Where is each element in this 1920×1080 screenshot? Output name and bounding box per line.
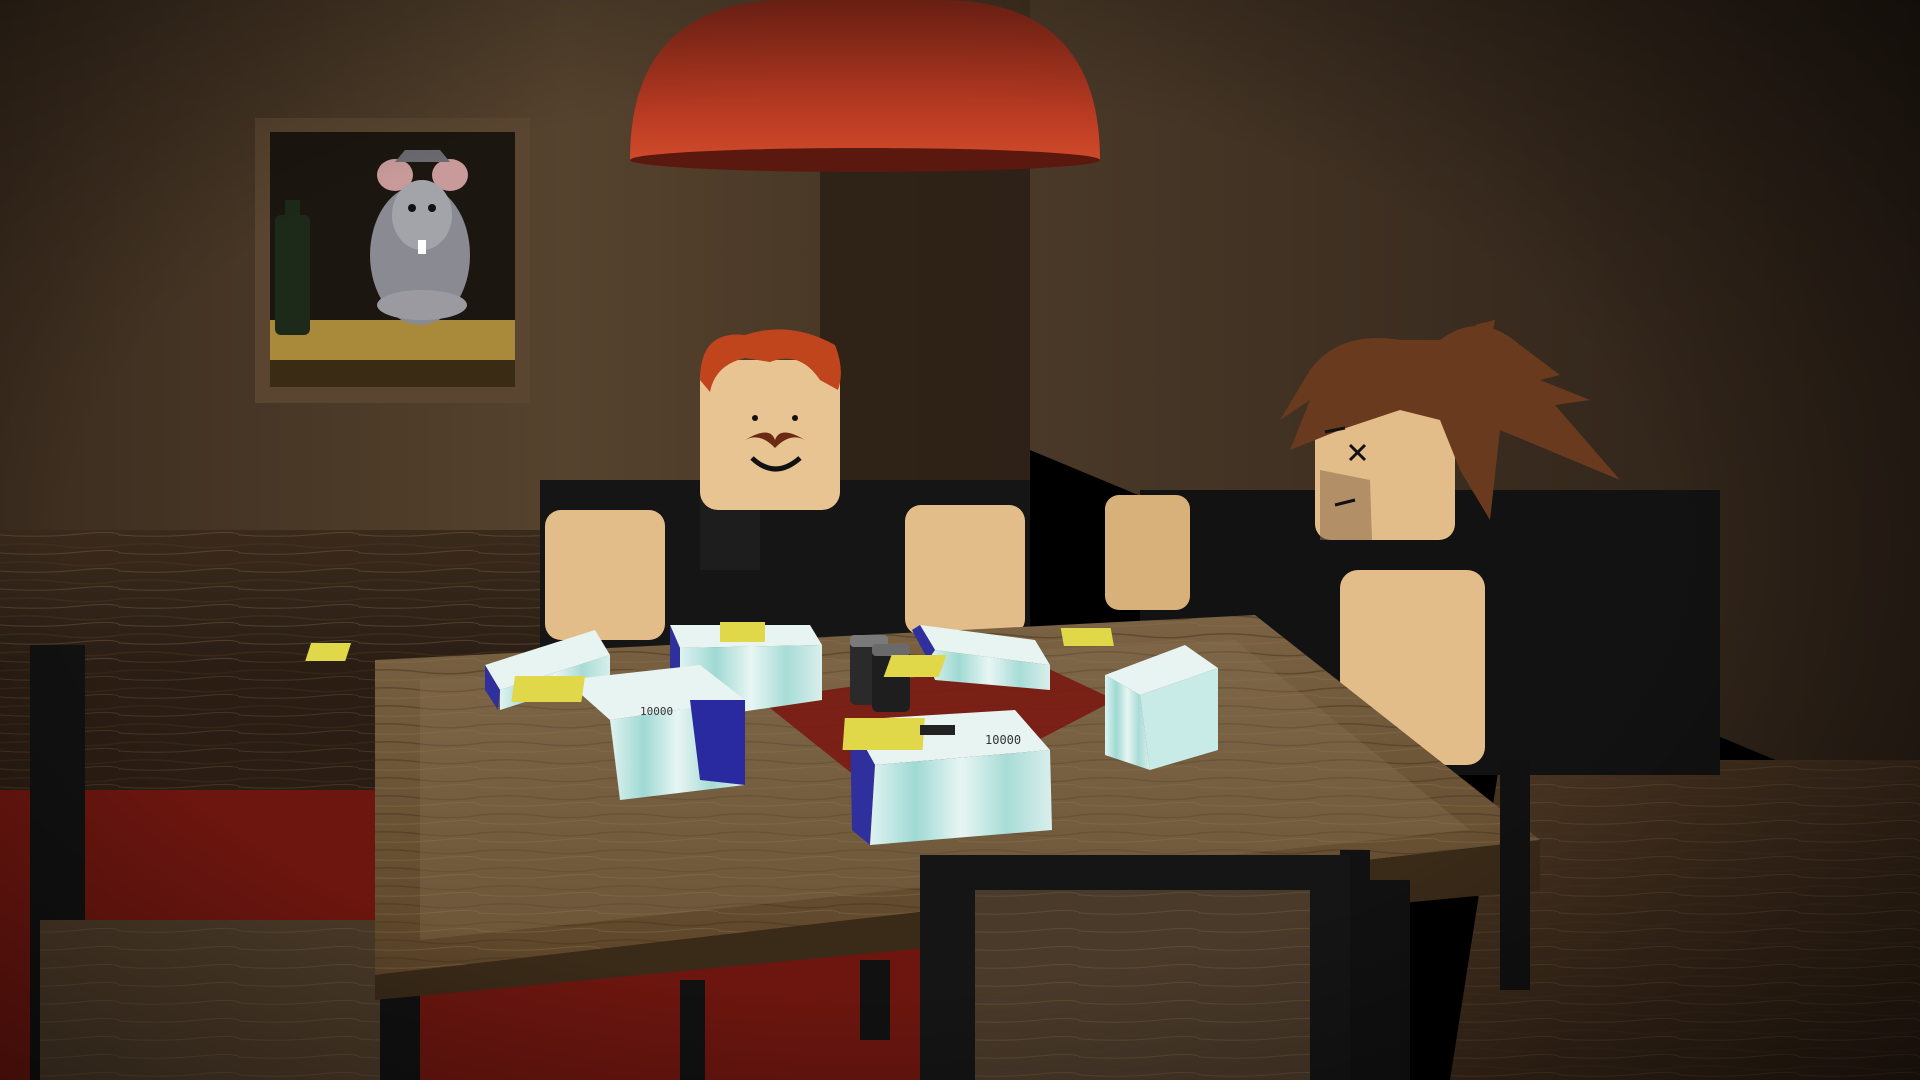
vignette-overlay bbox=[0, 0, 1920, 1080]
game-viewport: 10000 10000 bbox=[0, 0, 1920, 1080]
scene-render: 10000 10000 bbox=[0, 0, 1920, 1080]
